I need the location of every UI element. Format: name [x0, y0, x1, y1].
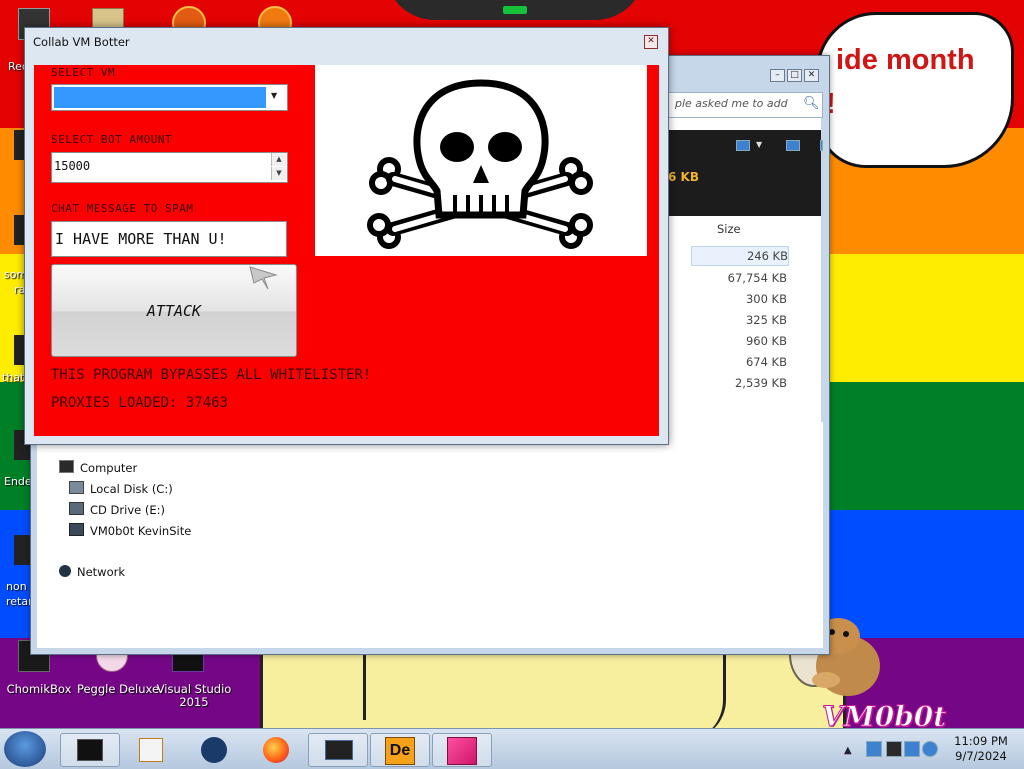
minimize-button[interactable]: – — [770, 69, 785, 82]
cursor-icon — [249, 266, 278, 290]
chat-message-label: CHAT MESSAGE TO SPAM — [51, 202, 194, 215]
drive-icon — [69, 481, 84, 494]
clock-time: 11:09 PM — [954, 734, 1008, 748]
spin-down-icon[interactable]: ▼ — [271, 167, 286, 180]
cd-drive-icon — [69, 502, 84, 515]
taskbar-item-botter[interactable] — [432, 733, 492, 767]
globe-icon — [201, 737, 227, 763]
nav-item-cd-drive[interactable]: CD Drive (E:) — [69, 502, 165, 517]
navigation-pane: Computer Local Disk (C:) CD Drive (E:) V… — [37, 422, 823, 648]
taskbar-item-computer[interactable] — [60, 733, 120, 767]
taskbar-item-media-player[interactable] — [122, 733, 182, 767]
de-app-icon: De — [385, 737, 415, 765]
file-size-cell[interactable]: 674 KB — [691, 352, 787, 372]
clock[interactable]: 11:09 PM 9/7/2024 — [944, 734, 1018, 764]
attack-button-label: ATTACK — [146, 302, 202, 320]
bot-amount-value: 15000 — [54, 159, 91, 173]
chevron-down-icon[interactable]: ▼ — [756, 140, 762, 149]
botter-app-icon — [447, 737, 477, 765]
botter-client-area: SELECT VM ▼ SELECT BOT AMOUNT 15000 ▲ ▼ … — [34, 65, 659, 436]
bot-amount-label: SELECT BOT AMOUNT — [51, 133, 173, 146]
nav-item-vm-site[interactable]: VM0b0t KevinSite — [69, 523, 191, 538]
tray-chevron-up-icon[interactable]: ▲ — [844, 745, 852, 756]
desktop-icon-label-chomikbox: ChomikBox — [6, 682, 72, 696]
tray-icon[interactable] — [866, 741, 882, 757]
nav-item-label: Network — [77, 565, 126, 579]
desktop-icon-label-visual-studio: Visual Studio 2015 — [156, 682, 232, 709]
vm-select-highlight — [54, 87, 266, 108]
start-button[interactable] — [4, 731, 46, 767]
close-button[interactable]: ✕ — [644, 35, 658, 49]
file-size-cell[interactable]: 2,539 KB — [691, 373, 787, 393]
desktop-icon-label: that — [2, 371, 25, 384]
chat-message-input[interactable]: I HAVE MORE THAN U! — [51, 221, 287, 257]
botter-window: Collab VM Botter ✕ SELECT VM ▼ SELECT BO… — [24, 27, 669, 445]
taskbar-item-window[interactable] — [308, 733, 368, 767]
taskbar: De ▲ 11:09 PM 9/7/2024 — [0, 728, 1024, 769]
nav-item-network[interactable]: Network — [59, 565, 125, 579]
taskbar-item-firefox[interactable] — [246, 733, 306, 767]
explorer-details-header: ▼ 6 KB — [668, 130, 823, 216]
network-drive-icon — [69, 523, 84, 536]
view-icon[interactable] — [736, 140, 750, 151]
chevron-down-icon[interactable]: ▼ — [271, 91, 277, 100]
explorer-search-text: ple asked me to add — [675, 97, 788, 110]
tray-icon[interactable] — [922, 741, 938, 757]
skull-and-crossbones-icon — [367, 79, 593, 249]
search-icon[interactable]: 🔍︎ — [803, 96, 820, 111]
chat-message-value: I HAVE MORE THAN U! — [55, 230, 227, 248]
file-size-cell[interactable]: 325 KB — [691, 310, 787, 330]
bypass-text: THIS PROGRAM BYPASSES ALL WHITELISTER! — [51, 367, 372, 383]
nav-item-label: Local Disk (C:) — [90, 482, 173, 496]
nav-item-label: Computer — [80, 461, 138, 475]
clock-date: 9/7/2024 — [955, 749, 1007, 763]
proxies-loaded-text: PROXIES LOADED: 37463 — [51, 395, 229, 411]
desktop-icon-label: non — [6, 580, 27, 593]
firefox-icon — [263, 737, 289, 763]
speech-bubble — [816, 12, 1014, 168]
computer-icon — [77, 739, 103, 761]
spin-up-icon[interactable]: ▲ — [271, 153, 286, 166]
explorer-search-box[interactable]: ple asked me to add 🔍︎ — [668, 92, 823, 118]
desktop-icon-label: Ende — [4, 475, 32, 488]
file-size-cell[interactable]: 246 KB — [691, 246, 789, 266]
file-size-cell[interactable]: 300 KB — [691, 289, 787, 309]
file-size-cell[interactable]: 960 KB — [691, 331, 787, 351]
file-size-cell[interactable]: 67,754 KB — [691, 268, 787, 288]
media-player-icon — [139, 738, 163, 762]
nav-item-label: CD Drive (E:) — [90, 503, 165, 517]
maximize-button[interactable]: □ — [787, 69, 802, 82]
taskbar-item-de[interactable]: De — [370, 733, 430, 767]
network-icon — [59, 565, 71, 577]
column-header-size[interactable]: Size — [717, 222, 741, 236]
tray-icon[interactable] — [904, 741, 920, 757]
desktop-icon-label: retar — [6, 595, 33, 608]
system-tray: ▲ — [842, 731, 942, 767]
wallpaper-top-shape — [385, 0, 645, 20]
window-title: Collab VM Botter — [33, 35, 130, 49]
computer-icon — [59, 460, 74, 473]
nav-item-computer[interactable]: Computer — [59, 460, 137, 475]
nav-item-label: VM0b0t KevinSite — [90, 524, 192, 538]
tray-icon[interactable] — [886, 741, 902, 757]
skull-image-box — [315, 65, 647, 256]
bot-amount-stepper[interactable]: 15000 ▲ ▼ — [51, 152, 288, 183]
help-icon[interactable] — [820, 140, 823, 151]
preview-pane-icon[interactable] — [786, 140, 800, 151]
attack-button[interactable]: ATTACK — [51, 264, 297, 357]
window-icon — [325, 740, 353, 760]
nav-item-local-disk[interactable]: Local Disk (C:) — [69, 481, 173, 496]
header-size-text: 6 KB — [668, 170, 699, 184]
taskbar-item-internet[interactable] — [184, 733, 244, 767]
select-vm-label: SELECT VM — [51, 66, 116, 79]
speech-bubble-text: ide month — [836, 44, 975, 76]
desktop-icon-label-peggle: Peggle Deluxe — [76, 682, 160, 696]
close-button[interactable]: ✕ — [804, 69, 819, 82]
vm-select[interactable]: ▼ — [51, 84, 288, 111]
